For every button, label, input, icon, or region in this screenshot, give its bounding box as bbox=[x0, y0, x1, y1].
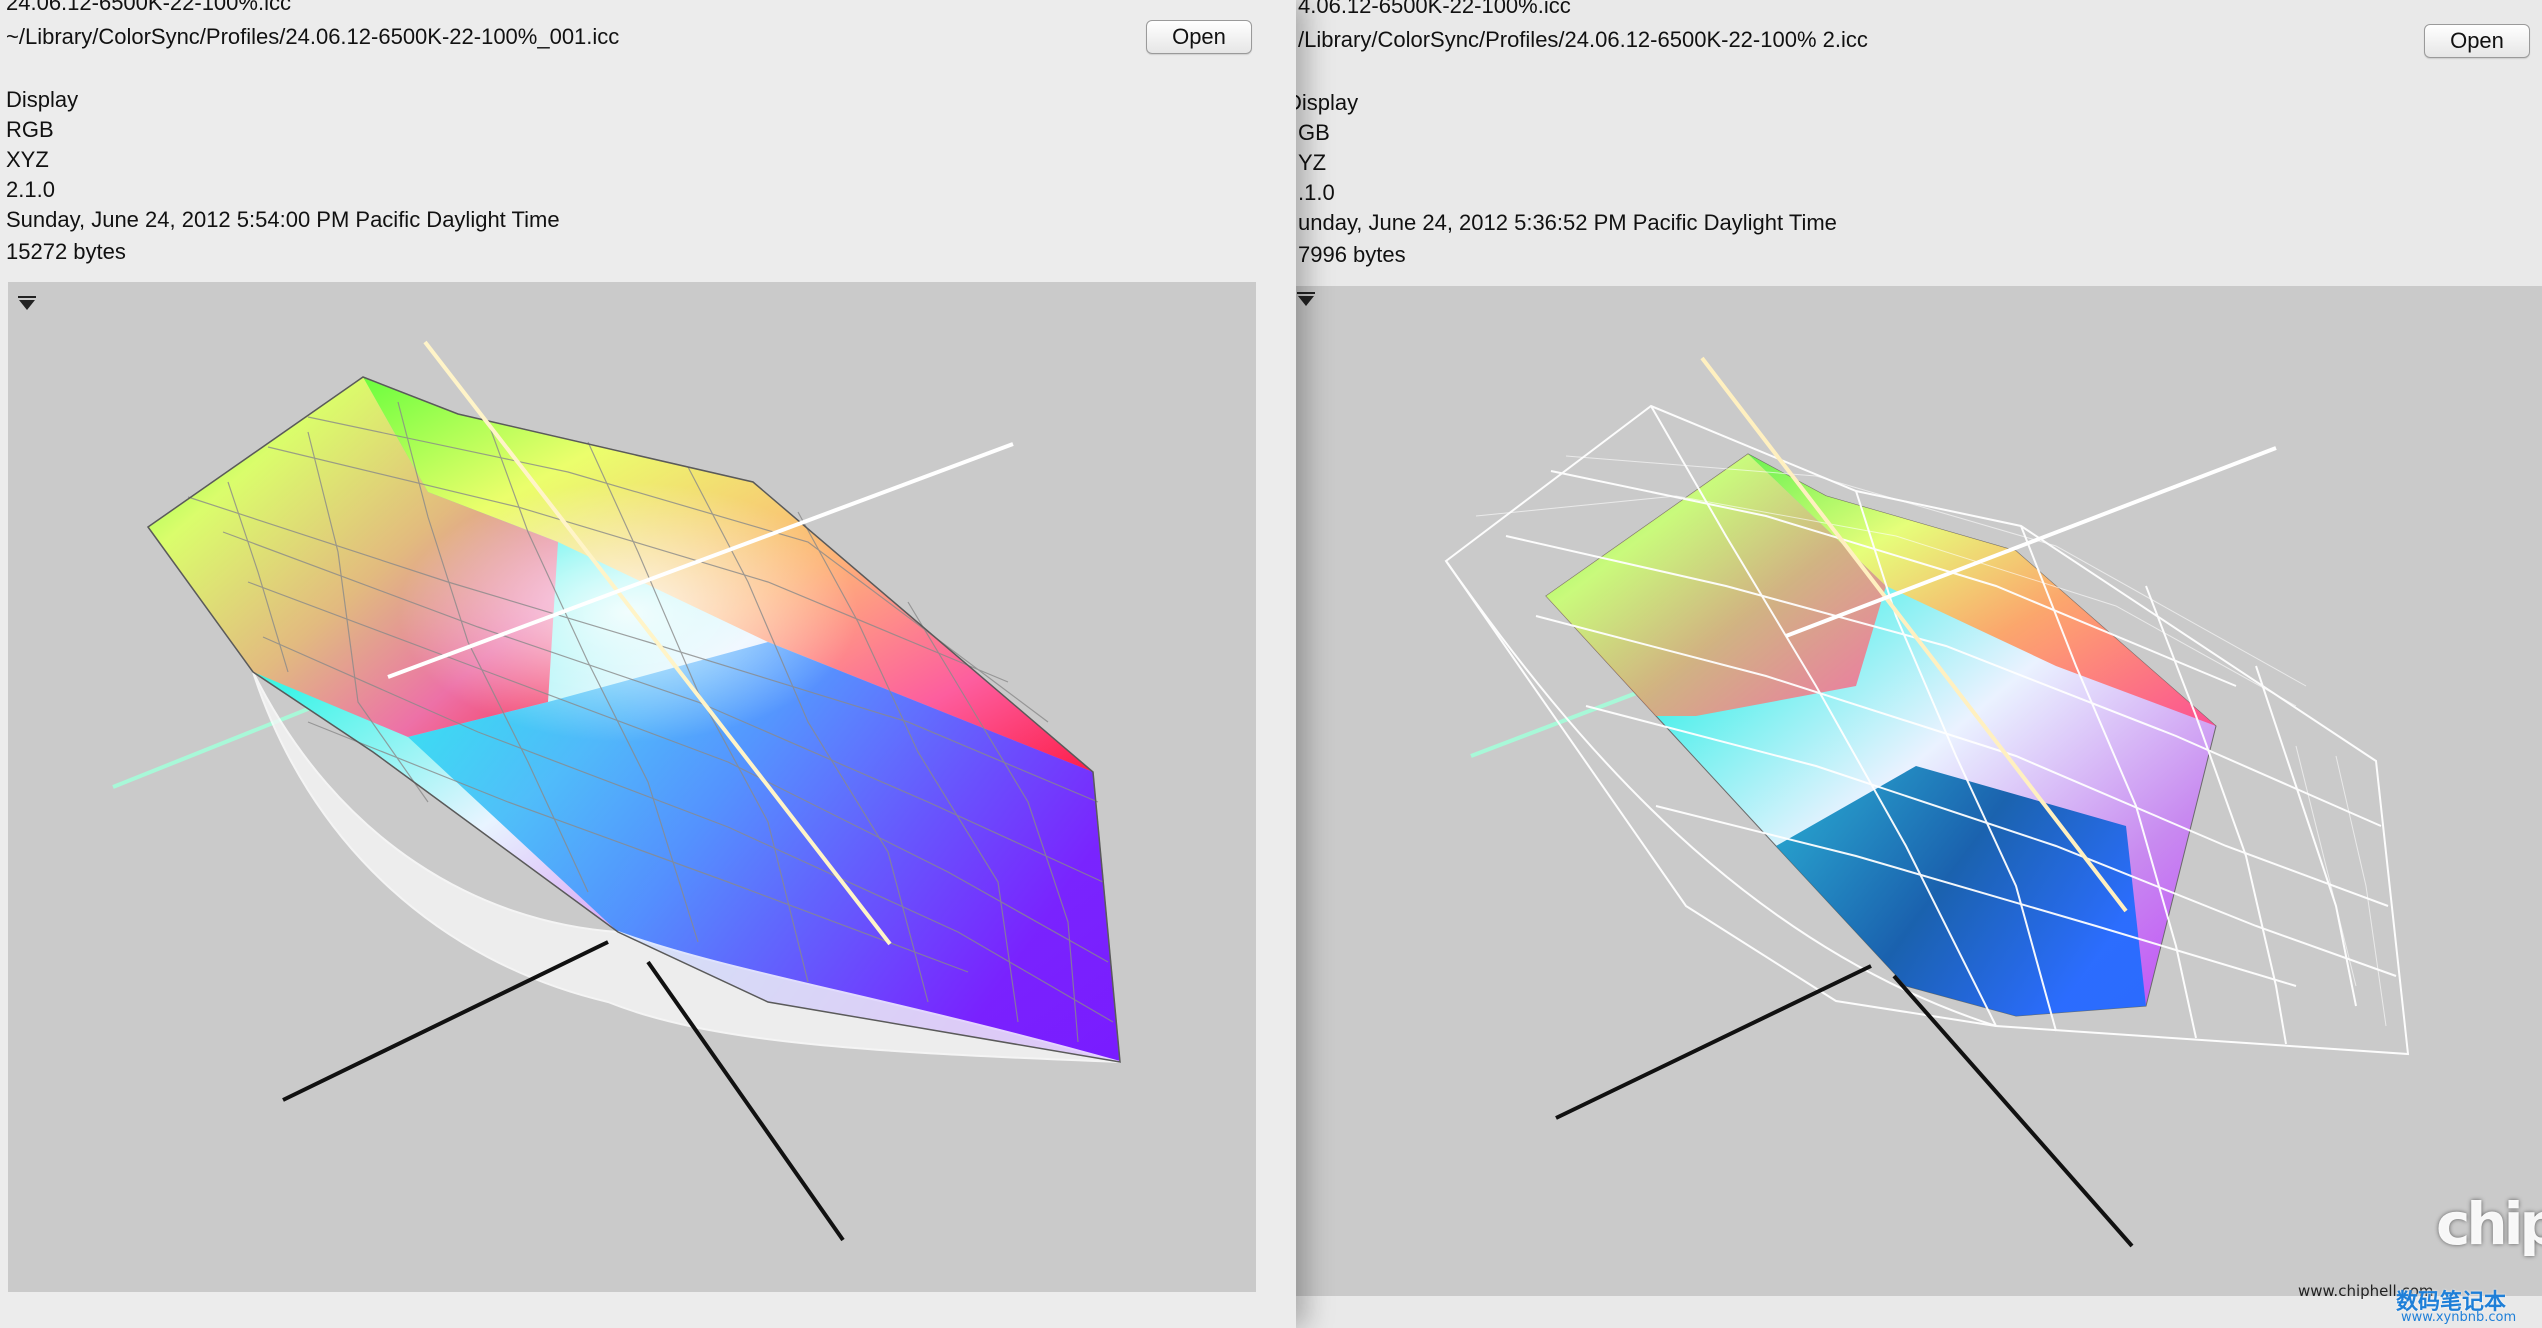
profile-title: 4.06.12-6500K-22-100%.icc bbox=[1298, 0, 1571, 18]
right-profile-panel: 4.06.12-6500K-22-100%.icc /Library/Color… bbox=[1296, 0, 2542, 1328]
color-space: RGB bbox=[6, 117, 54, 142]
open-button[interactable]: Open bbox=[2424, 24, 2530, 58]
profile-class: Display bbox=[6, 87, 79, 112]
profile-size: 15272 bytes bbox=[6, 239, 126, 264]
left-profile-panel: 24.06.12-6500K-22-100%.icc ~/Library/Col… bbox=[0, 0, 1296, 1328]
profile-path: ~/Library/ColorSync/Profiles/24.06.12-65… bbox=[6, 24, 620, 49]
created-date: unday, June 24, 2012 5:36:52 PM Pacific … bbox=[1298, 210, 1837, 235]
profile-title: 24.06.12-6500K-22-100%.icc bbox=[6, 0, 291, 15]
pcs-space: XYZ bbox=[6, 147, 49, 172]
gamut-plot bbox=[112, 340, 1121, 1242]
profile-class: Display bbox=[1296, 90, 1359, 115]
watermark-badge-url: www.xynbnb.com bbox=[2401, 1310, 2517, 1325]
profile-version: 2.1.0 bbox=[6, 177, 55, 202]
open-button[interactable]: Open bbox=[1146, 20, 1252, 54]
profile-size: 7996 bytes bbox=[1298, 242, 1406, 267]
profile-version: .1.0 bbox=[1298, 180, 1335, 205]
gamut-plot bbox=[1444, 356, 2410, 1248]
profile-path: /Library/ColorSync/Profiles/24.06.12-650… bbox=[1298, 27, 1868, 52]
pcs-space: YZ bbox=[1298, 150, 1327, 175]
color-space: GB bbox=[1298, 120, 1330, 145]
gamut-3d-view[interactable] bbox=[1296, 286, 2542, 1296]
created-date: Sunday, June 24, 2012 5:54:00 PM Pacific… bbox=[6, 207, 560, 232]
chiphell-logo: chip bbox=[2436, 1190, 2542, 1258]
gamut-3d-view[interactable] bbox=[8, 282, 1256, 1292]
